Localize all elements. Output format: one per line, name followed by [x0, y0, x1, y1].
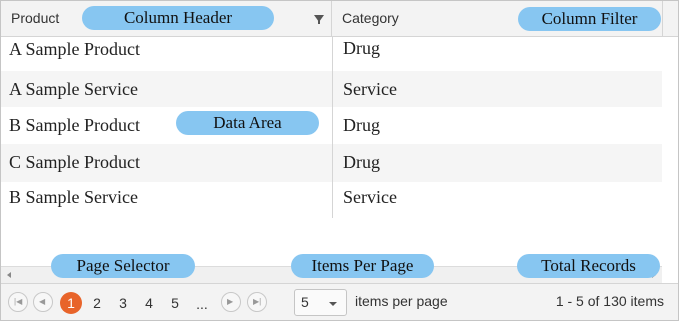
- product-cell: A Sample Product: [9, 39, 140, 59]
- page-4-button[interactable]: 4: [138, 292, 160, 314]
- column-divider: [332, 37, 333, 218]
- page-size-value: 5: [301, 294, 309, 310]
- data-area-callout: Data Area: [176, 111, 319, 135]
- next-page-icon: ▶: [227, 297, 234, 306]
- category-cell: Drug: [343, 38, 380, 58]
- page-size-select[interactable]: 5: [294, 289, 347, 316]
- next-page-button[interactable]: ▶: [221, 292, 241, 312]
- page-5-button[interactable]: 5: [164, 292, 186, 314]
- column-header-callout: Column Header: [82, 6, 274, 30]
- product-filter-icon[interactable]: [314, 15, 324, 24]
- page-3-button[interactable]: 3: [112, 292, 134, 314]
- previous-page-button[interactable]: ◀: [33, 292, 53, 312]
- category-cell: Drug: [343, 115, 380, 135]
- last-page-button[interactable]: ▶|: [247, 292, 267, 312]
- first-page-icon: |◀: [14, 297, 23, 306]
- product-cell: C Sample Product: [9, 152, 140, 172]
- category-cell: Service: [343, 187, 397, 207]
- more-pages-button[interactable]: ...: [191, 292, 213, 314]
- chevron-down-icon: [329, 302, 337, 306]
- header-scrollbar-spacer: [662, 1, 678, 37]
- items-per-page-callout: Items Per Page: [291, 254, 434, 278]
- page-1-button[interactable]: 1: [60, 292, 82, 314]
- total-records-label: 1 - 5 of 130 items: [555, 293, 664, 309]
- items-per-page-label: items per page: [355, 293, 448, 309]
- pager: |◀ ◀ 1 2 3 4 5 ... ▶ ▶| 5 items per page…: [1, 283, 678, 320]
- first-page-button[interactable]: |◀: [8, 292, 28, 312]
- category-cell: Service: [343, 79, 397, 99]
- product-cell: B Sample Product: [9, 115, 140, 135]
- category-cell: Drug: [343, 152, 380, 172]
- page-2-button[interactable]: 2: [86, 292, 108, 314]
- product-cell: B Sample Service: [9, 187, 138, 207]
- page-selector-callout: Page Selector: [51, 254, 195, 278]
- column-filter-callout: Column Filter: [518, 7, 661, 31]
- column-title-category: Category: [342, 10, 399, 26]
- scroll-left-icon[interactable]: [7, 272, 11, 278]
- last-page-icon: ▶|: [253, 297, 262, 306]
- product-cell: A Sample Service: [9, 79, 138, 99]
- total-records-callout: Total Records: [517, 254, 660, 278]
- previous-page-icon: ◀: [39, 297, 46, 306]
- column-title-product: Product: [11, 10, 60, 26]
